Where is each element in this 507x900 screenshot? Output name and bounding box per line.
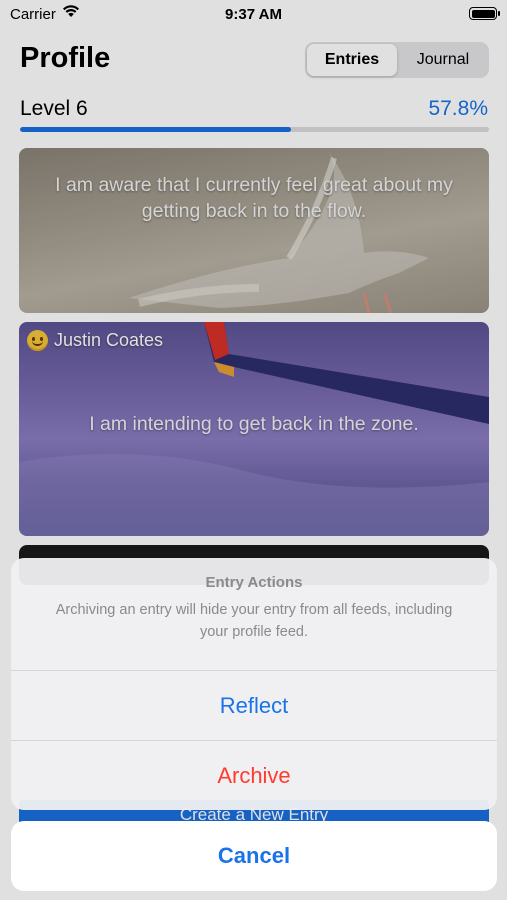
archive-button[interactable]: Archive — [11, 741, 497, 810]
action-sheet-message: Archiving an entry will hide your entry … — [55, 602, 453, 640]
action-sheet: Entry Actions Archiving an entry will hi… — [11, 558, 497, 810]
cancel-button[interactable]: Cancel — [11, 821, 497, 891]
action-sheet-title: Entry Actions — [205, 574, 303, 591]
reflect-button[interactable]: Reflect — [11, 671, 497, 740]
